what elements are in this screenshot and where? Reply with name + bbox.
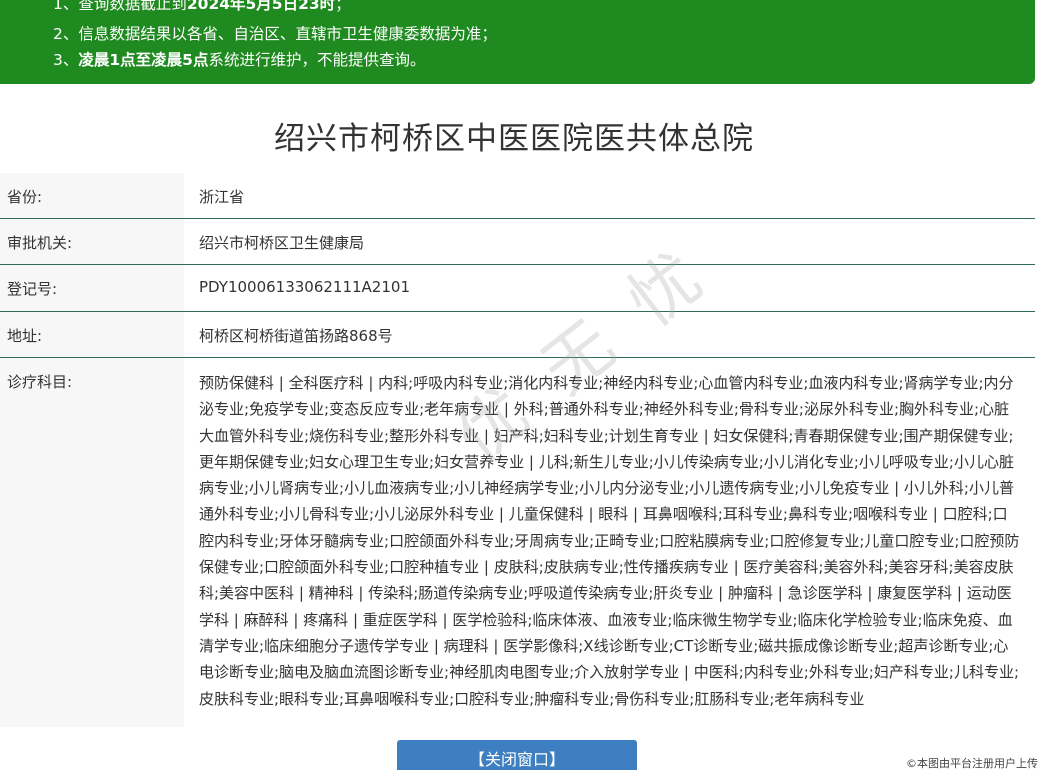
notice-line-3: 3、凌晨1点至凌晨5点系统进行维护，不能提供查询。	[53, 51, 426, 69]
regno-label-cell: 登记号:	[0, 265, 184, 311]
address-label: 地址:	[7, 327, 43, 345]
province-label: 省份:	[7, 188, 43, 206]
row-address: 地址: 柯桥区柯桥街道笛扬路868号	[0, 312, 1035, 358]
row-province: 省份: 浙江省	[0, 173, 1035, 219]
address-value: 柯桥区柯桥街道笛扬路868号	[199, 327, 393, 345]
authority-label-cell: 审批机关:	[0, 219, 184, 264]
scope-value: 预防保健科 | 全科医疗科 | 内科;呼吸内科专业;消化内科专业;神经内科专业;…	[199, 374, 1020, 708]
notice-line-1: 1、查询数据截止到2024年5月5日23时；	[53, 0, 351, 13]
footer-note: ©本图由平台注册用户上传	[906, 757, 1038, 770]
close-window-button[interactable]: 【关闭窗口】	[397, 740, 637, 770]
province-label-cell: 省份:	[0, 173, 184, 218]
notice-banner: 1、查询数据截止到2024年5月5日23时； 2、信息数据结果以各省、自治区、直…	[0, 0, 1035, 84]
bottom-bar: 【关闭窗口】 ©本图由平台注册用户上传	[0, 727, 1040, 770]
regno-label: 登记号:	[7, 280, 58, 298]
authority-value: 绍兴市柯桥区卫生健康局	[199, 234, 365, 252]
page: 1、查询数据截止到2024年5月5日23时； 2、信息数据结果以各省、自治区、直…	[0, 0, 1040, 770]
page-title: 绍兴市柯桥区中医医院医共体总院	[274, 121, 754, 157]
province-value: 浙江省	[199, 188, 245, 206]
address-label-cell: 地址:	[0, 312, 184, 357]
authority-label: 审批机关:	[7, 234, 73, 252]
regno-value: PDY10006133062111A2101	[199, 278, 410, 296]
row-authority: 审批机关: 绍兴市柯桥区卫生健康局	[0, 219, 1035, 265]
notice-line-2: 2、信息数据结果以各省、自治区、直辖市卫生健康委数据为准；	[53, 25, 497, 43]
scope-label: 诊疗科目:	[7, 373, 73, 391]
row-scope: 诊疗科目: 预防保健科 | 全科医疗科 | 内科;呼吸内科专业;消化内科专业;神…	[0, 358, 1035, 758]
scope-label-cell: 诊疗科目:	[0, 358, 184, 758]
info-table: 省份: 浙江省 审批机关: 绍兴市柯桥区卫生健康局 登记号: PDY100061…	[0, 173, 1035, 758]
row-regno: 登记号: PDY10006133062111A2101	[0, 265, 1035, 312]
